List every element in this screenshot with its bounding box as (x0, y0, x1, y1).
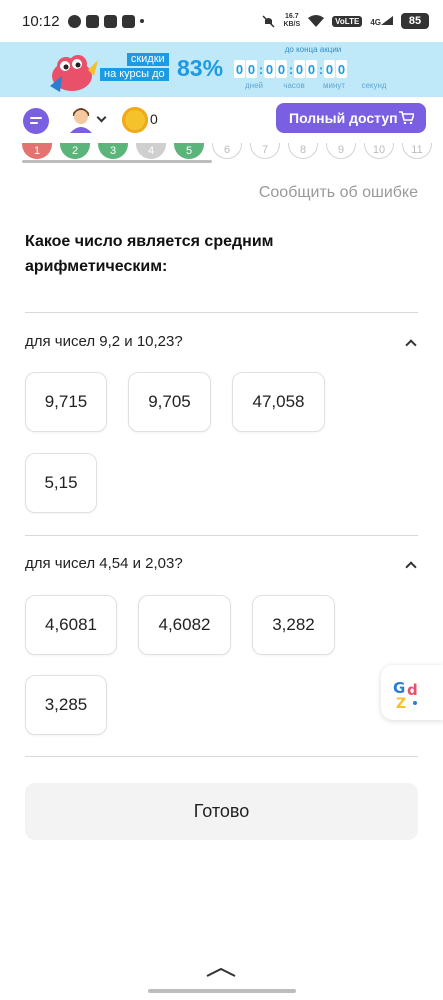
report-error-link[interactable]: Сообщить об ошибке (259, 184, 418, 202)
more-notifications-icon (139, 19, 144, 23)
divider (25, 312, 418, 313)
answer-option[interactable]: 3,282 (252, 595, 335, 655)
subquestion-header[interactable]: для чисел 9,2 и 10,23? (25, 333, 418, 357)
subquestion-label: для чисел 4,54 и 2,03? (25, 555, 183, 572)
promo-banner[interactable]: скидки на курсы до 83% до конца акции 0 … (0, 42, 443, 97)
speed-unit: KB/S (283, 21, 301, 28)
done-button[interactable]: Готово (25, 783, 418, 840)
svg-text:Z: Z (396, 696, 406, 709)
countdown-digit: 0 (264, 60, 275, 78)
promo-tag-line1: скидки (126, 53, 169, 66)
battery-indicator: 85 (401, 13, 429, 29)
subquestion-label: для чисел 9,2 и 10,23? (25, 333, 183, 350)
signal-icon (381, 15, 393, 25)
task-circle[interactable]: 7 (250, 143, 280, 159)
coin-count: 0 (150, 111, 158, 127)
promo-tag-line2: на курсы до (100, 68, 169, 81)
countdown-digit: 0 (336, 60, 347, 78)
volte-badge: VoLTE (332, 15, 363, 27)
top-toolbar: 0 Полный доступ (0, 97, 443, 143)
task-circle[interactable]: 9 (326, 143, 356, 159)
answer-option[interactable]: 47,058 (232, 372, 325, 432)
task-circle[interactable]: 6 (212, 143, 242, 159)
task-circle[interactable]: 10 (364, 143, 394, 159)
status-time: 10:12 (22, 12, 60, 30)
speed-value: 16.7 (284, 13, 299, 20)
svg-text:G: G (393, 679, 405, 697)
home-indicator[interactable] (148, 989, 296, 993)
notification-icons (67, 14, 144, 28)
countdown-digit: 0 (276, 60, 287, 78)
countdown-units: дней часов минут секунд (234, 81, 394, 90)
countdown-unit-hours: часов (283, 81, 305, 90)
network-speed: 16.7 KB/S (283, 13, 300, 29)
answer-option[interactable]: 5,15 (25, 453, 97, 513)
answer-option[interactable]: 9,715 (25, 372, 107, 432)
task-circle[interactable]: 5 (174, 143, 204, 159)
question-title: Какое число является средним арифметичес… (25, 233, 274, 275)
gdz-widget[interactable]: G d Z (381, 665, 443, 720)
answer-option[interactable]: 4,6082 (138, 595, 231, 655)
flask-icon (121, 14, 135, 28)
countdown-unit-days: дней (244, 81, 263, 90)
answer-option[interactable]: 9,705 (128, 372, 211, 432)
task-circle[interactable]: 8 (288, 143, 318, 159)
capcut-icon (103, 14, 117, 28)
countdown-digit: 0 (324, 60, 335, 78)
task-circle[interactable]: 3 (98, 143, 128, 159)
answer-option[interactable]: 3,285 (25, 675, 107, 735)
mascot-icon (50, 55, 98, 92)
countdown-caption: до конца акции (284, 45, 342, 54)
message-icon (67, 14, 81, 28)
app-icon (85, 14, 99, 28)
countdown-unit-minutes: минут (322, 81, 346, 90)
gdz-logo-icon: G d Z (393, 679, 418, 709)
countdown-digit: 0 (234, 60, 245, 78)
wifi-icon (308, 15, 325, 27)
scroll-indicator[interactable] (22, 160, 212, 163)
countdown-digit: 0 (294, 60, 305, 78)
full-access-button[interactable]: Полный доступ (276, 103, 426, 133)
divider (25, 535, 418, 536)
task-circle[interactable]: 11 (402, 143, 432, 159)
chevron-up-icon[interactable] (205, 967, 237, 977)
svg-text:d: d (407, 681, 418, 699)
task-circle[interactable]: 4 (136, 143, 166, 159)
countdown-timer: 0 0 : 0 0 : 0 0 : 0 0 (234, 60, 348, 78)
mute-icon (262, 14, 275, 28)
status-bar: 10:12 16.7 KB/S VoLTE 4G 85 (0, 0, 443, 42)
promo-labels: скидки на курсы до (100, 53, 169, 81)
signal-indicator: 4G (370, 15, 393, 27)
chevron-up-icon[interactable] (405, 339, 417, 351)
answer-option[interactable]: 4,6081 (25, 595, 117, 655)
cart-icon (399, 111, 414, 124)
chevron-up-icon[interactable] (405, 561, 417, 573)
avatar[interactable] (68, 103, 94, 133)
countdown-digit: 0 (306, 60, 317, 78)
divider (25, 756, 418, 757)
chevron-down-icon[interactable] (96, 112, 107, 123)
full-access-label: Полный доступ (289, 110, 398, 126)
status-right: 16.7 KB/S VoLTE 4G 85 (262, 13, 429, 29)
subquestion-header[interactable]: для чисел 4,54 и 2,03? (25, 555, 418, 579)
chat-icon[interactable] (23, 108, 49, 134)
task-progress-strip: 1 2 3 4 5 6 7 8 9 10 11 (0, 143, 443, 161)
countdown-unit-seconds: секунд (361, 81, 387, 90)
task-circle[interactable]: 1 (22, 143, 52, 159)
task-circle[interactable]: 2 (60, 143, 90, 159)
coin-icon[interactable] (122, 107, 148, 133)
promo-percent: 83% (177, 55, 224, 81)
network-type: 4G (370, 17, 381, 27)
countdown-digit: 0 (246, 60, 257, 78)
